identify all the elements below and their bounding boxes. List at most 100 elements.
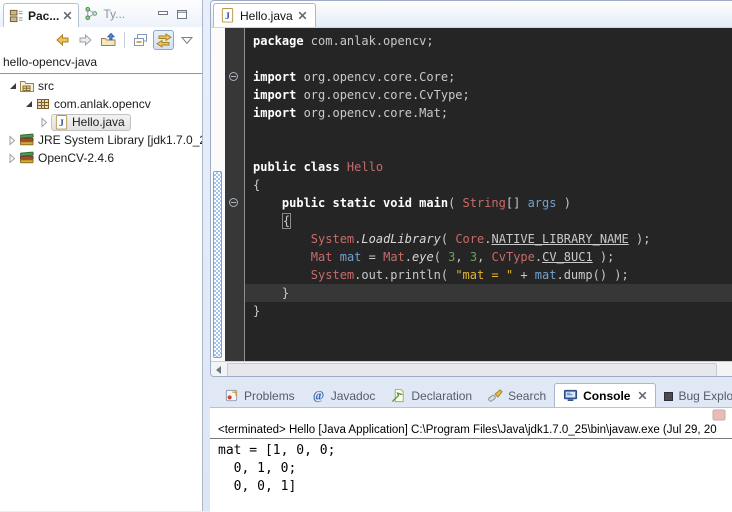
code-token: ( [434, 250, 448, 264]
scrollbar-thumb[interactable] [227, 363, 717, 377]
bug-square-icon [664, 392, 673, 401]
code-token [253, 214, 282, 228]
forward-button[interactable] [75, 30, 96, 50]
package-explorer-view: Pac... Ty... hello-opencv-java srccom.an… [0, 0, 203, 511]
close-icon[interactable] [298, 11, 307, 20]
tab-label: Pac... [28, 9, 59, 23]
code-token: "mat = " [455, 268, 513, 282]
code-token: CvType [492, 250, 535, 264]
code-line: import org.opencv.core.Mat; [253, 104, 732, 122]
tree-item-label: src [38, 79, 54, 93]
code-line [253, 50, 732, 68]
close-icon[interactable] [638, 391, 647, 400]
go-up-button[interactable] [98, 30, 119, 50]
collapse-arrow-icon[interactable] [6, 153, 19, 164]
library-icon [19, 150, 35, 166]
editor-tabbar: J Hello.java [211, 1, 732, 28]
code-token: } [253, 286, 289, 300]
tree-item-src[interactable]: src [0, 77, 202, 95]
tree-item-opencv-2-4-6[interactable]: OpenCV-2.4.6 [0, 149, 202, 167]
terminate-button[interactable] [712, 409, 726, 421]
view-menu-button[interactable] [176, 30, 197, 50]
tab-declaration[interactable]: Declaration [383, 384, 480, 407]
code-token [253, 268, 311, 282]
type-hierarchy-icon [84, 6, 99, 21]
tab-console[interactable]: Console [554, 383, 656, 407]
javadoc-icon: @ [311, 388, 326, 403]
code-line: import org.opencv.core.CvType; [253, 86, 732, 104]
code-line: Mat mat = Mat.eye( 3, 3, CvType.CV_8UC1 … [253, 248, 732, 266]
collapse-arrow-icon[interactable] [38, 117, 51, 128]
console-process-label: <terminated> Hello [Java Application] C:… [210, 408, 732, 439]
collapse-arrow-icon[interactable] [6, 135, 19, 146]
code-token: NATIVE_LIBRARY_NAME [491, 232, 628, 246]
code-token: org.opencv.core.Core; [296, 70, 455, 84]
tab-problems[interactable]: Problems [216, 384, 303, 407]
tree-item-label: com.anlak.opencv [54, 97, 151, 111]
folding-gutter [225, 28, 245, 361]
scroll-left-arrow-icon[interactable] [216, 366, 221, 374]
tree-item-project-root[interactable]: hello-opencv-java [0, 53, 202, 74]
tree-item-jre-system-library-jdk1-7-0-25[interactable]: JRE System Library [jdk1.7.0_25] [0, 131, 202, 149]
fold-collapse-icon[interactable] [229, 198, 238, 207]
code-line: } [253, 302, 732, 320]
code-line: public static void main( String[] args ) [253, 194, 732, 212]
tree-item-label: Hello.java [72, 115, 125, 129]
library-icon [19, 132, 35, 148]
code-token: org.opencv.core.CvType; [296, 88, 469, 102]
code-token: import [253, 88, 296, 102]
console-view: Problems @Javadoc Declaration SearchConsole… [210, 381, 732, 511]
tab-hello-java[interactable]: J Hello.java [213, 3, 316, 27]
tree-item-hello-java[interactable]: JHello.java [0, 113, 202, 131]
maximize-button[interactable] [176, 9, 188, 20]
link-with-editor-button[interactable] [153, 30, 174, 50]
horizontal-scrollbar[interactable] [211, 361, 732, 377]
fold-collapse-icon[interactable] [229, 72, 238, 81]
minimize-button[interactable] [157, 9, 169, 20]
tab-label: Problems [244, 389, 295, 403]
code-line-current: } [245, 284, 732, 302]
expanded-triangle [10, 83, 16, 89]
tab-package-explorer[interactable]: Pac... [3, 3, 79, 27]
code-token: System [311, 232, 354, 246]
tab-bug-explorer[interactable]: Bug Explorer [656, 385, 732, 407]
code-token: com.anlak.opencv; [304, 34, 434, 48]
tab-label: Declaration [411, 389, 472, 403]
expand-arrow-icon[interactable] [22, 101, 35, 107]
editor-vertical-ruler [211, 28, 225, 361]
code-token: args [528, 196, 557, 210]
console-body: <terminated> Hello [Java Application] C:… [210, 407, 732, 512]
code-token: CV_8UC1 [542, 250, 593, 264]
code-token: System [311, 268, 354, 282]
declaration-icon [391, 388, 406, 403]
code-token: , [455, 250, 469, 264]
package-explorer-toolbar [0, 27, 202, 53]
code-token: .out.println( [354, 268, 455, 282]
expand-arrow-icon[interactable] [6, 83, 19, 89]
package-icon [35, 96, 51, 112]
panel-sash-vertical[interactable] [203, 0, 210, 511]
code-token: } [253, 304, 260, 318]
code-token: ) [556, 196, 570, 210]
tab-search[interactable]: Search [480, 384, 554, 407]
collapse-all-button[interactable] [130, 30, 151, 50]
package-explorer-icon [9, 8, 24, 23]
source-folder-icon [19, 78, 35, 94]
java-file-icon: J [220, 8, 235, 23]
code-token: Hello [347, 160, 383, 174]
code-line: { [253, 176, 732, 194]
code-token: import [253, 106, 296, 120]
code-token: = [361, 250, 383, 264]
console-output[interactable]: mat = [1, 0, 0; 0, 1, 0; 0, 0, 1] [210, 439, 732, 496]
tab-javadoc[interactable]: @Javadoc [303, 384, 384, 407]
back-button[interactable] [52, 30, 73, 50]
project-tree: srccom.anlak.opencvJHello.javaJRE System… [0, 74, 202, 167]
tree-item-com-anlak-opencv[interactable]: com.anlak.opencv [0, 95, 202, 113]
code-line: { [253, 212, 732, 230]
editor-area: J Hello.java package com.anlak.opencv;im… [210, 0, 732, 377]
code-editor[interactable]: package com.anlak.opencv;import org.open… [245, 28, 732, 361]
code-token: { [282, 213, 291, 229]
tab-type-hierarchy[interactable]: Ty... [79, 2, 131, 27]
close-icon[interactable] [63, 11, 72, 20]
java-file-icon: J [54, 115, 69, 130]
